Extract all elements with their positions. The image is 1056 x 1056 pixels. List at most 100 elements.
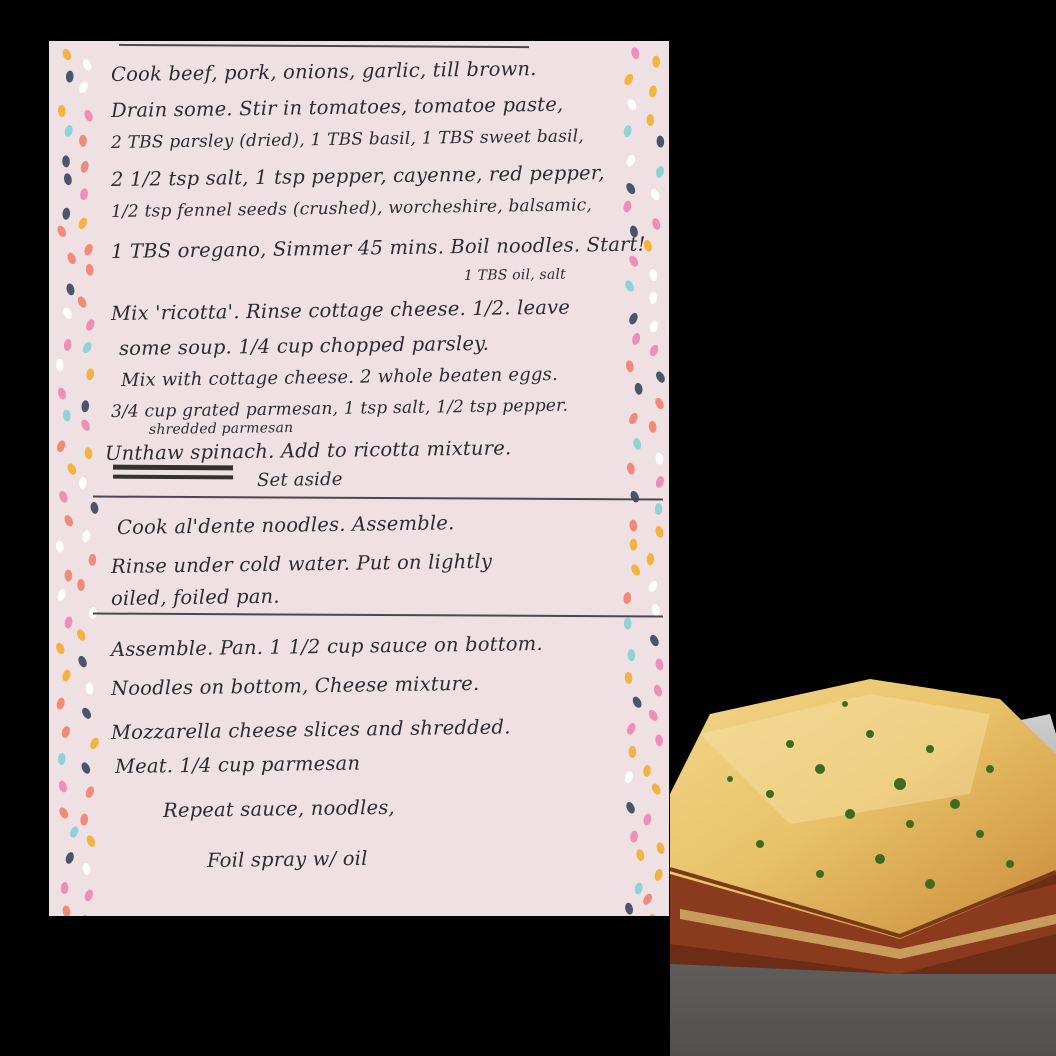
scribble [112,464,234,471]
confetti-dot [57,225,66,238]
confetti-dot [625,360,634,373]
confetti-dot [636,849,645,861]
confetti-dot [85,682,94,695]
scribble [112,474,234,480]
confetti-dot [57,104,66,117]
confetti-dot [626,154,635,167]
confetti-dot [80,188,88,201]
confetti-dot [84,889,93,902]
confetti-dot [631,564,640,576]
confetti-dot [632,696,642,708]
confetti-dot [62,409,71,422]
recipe-card: Cook beef, pork, onions, garlic, till br… [49,41,669,916]
confetti-dot [84,243,93,256]
confetti-dot [650,188,660,201]
confetti-dot [62,905,71,916]
recipe-line: oiled, foiled pan. [110,584,280,610]
confetti-dot [65,852,74,864]
confetti-dot [63,307,72,319]
confetti-dot [82,863,91,875]
confetti-dot [650,634,659,647]
confetti-dot [90,737,99,750]
confetti-dot [66,283,75,296]
confetti-dot [655,397,664,410]
confetti-dot [69,826,79,838]
confetti-dot [63,173,72,186]
confetti-dot [62,207,71,220]
confetti-dot [88,553,97,566]
confetti-dot [649,268,658,281]
confetti-dot [626,723,636,735]
confetti-dot [82,915,91,916]
confetti-dot [79,476,87,489]
confetti-dot [86,319,95,331]
confetti-dot [60,882,69,895]
confetti-dot [64,616,73,629]
confetti-dot [62,48,72,61]
confetti-dot [84,109,93,122]
confetti-dot [629,255,639,267]
confetti-dot [626,183,636,195]
recipe-line: Set aside [256,468,343,491]
confetti-dot [85,263,94,276]
confetti-dot [77,578,85,591]
confetti-dot [623,125,632,138]
confetti-dot [629,412,638,425]
confetti-dot [654,502,663,515]
confetti-dot [82,530,91,543]
confetti-dot [627,649,636,662]
confetti-dot [64,569,73,582]
confetti-dot [57,752,66,765]
recipe-line: Meat. 1/4 cup parmesan [114,751,361,778]
confetti-dot [627,98,637,111]
confetti-dot [648,85,657,98]
confetti-dot [626,462,635,475]
confetti-dot [57,387,66,400]
confetti-dot [655,166,664,178]
confetti-dot [625,280,634,292]
confetti-dot [64,125,73,137]
confetti-dot [79,134,87,147]
confetti-dot [58,780,67,793]
confetti-dot [624,671,633,684]
confetti-dot [85,786,94,798]
confetti-dot [78,655,87,668]
confetti-dot [78,217,87,230]
confetti-dot [56,358,64,371]
confetti-dot [648,420,657,433]
confetti-dot [655,452,664,465]
confetti-dot [62,669,71,682]
confetti-dot [80,813,89,826]
confetti-dot [77,296,87,308]
confetti-dot [630,490,640,503]
confetti-dot [624,73,634,86]
confetti-dot [655,476,664,488]
recipe-line: Cook al'dente noodles. Assemble. [116,511,455,539]
confetti-dot [67,463,77,475]
confetti-dot [623,617,632,630]
confetti-dot [651,783,661,795]
confetti-dot [634,882,643,895]
confetti-dot [631,47,640,60]
confetti-dot [81,762,91,774]
confetti-dot [80,161,89,173]
confetti-dot [628,745,637,758]
confetti-dot [648,580,658,592]
confetti-dot [81,419,90,431]
confetti-dot [90,501,99,514]
confetti-dot [652,55,661,68]
confetti-dot [86,835,96,847]
confetti-dot [82,342,92,354]
confetti-dot [57,589,66,601]
confetti-dot [643,893,653,905]
confetti-dot [656,842,665,855]
confetti-dot [625,902,634,915]
confetti-dot [656,371,665,383]
confetti-dot [649,292,657,305]
confetti-dot [61,726,70,738]
confetti-dot [629,538,638,551]
confetti-dot [79,81,88,94]
confetti-dot [64,515,74,527]
confetti-dot [623,200,632,213]
confetti-dot [632,333,641,345]
